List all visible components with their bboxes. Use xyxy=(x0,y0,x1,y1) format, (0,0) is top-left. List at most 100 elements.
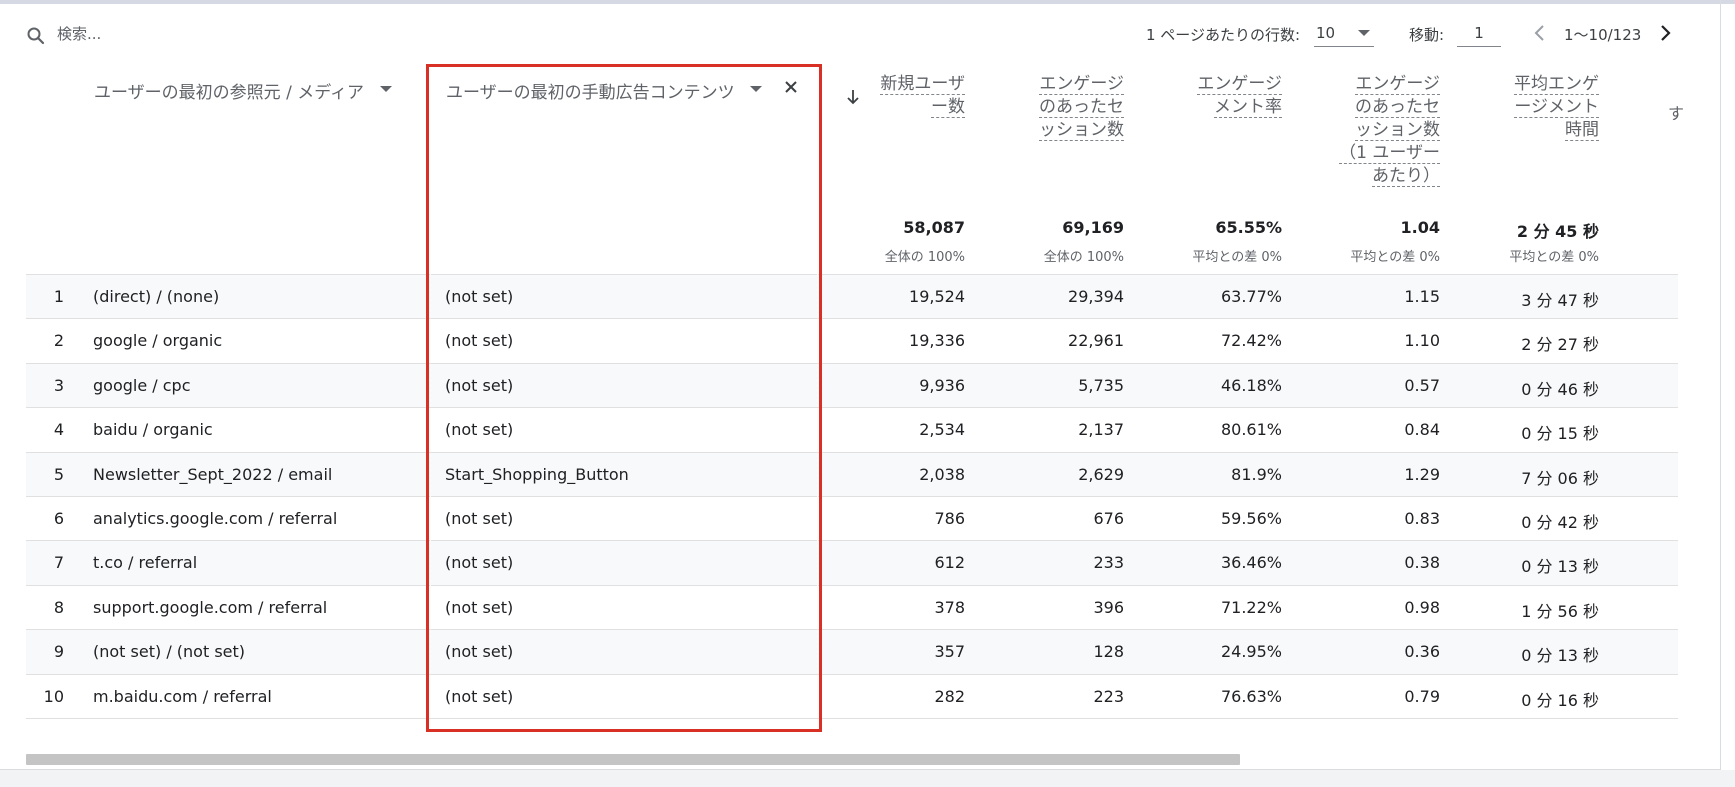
metric-header-line: エンゲージ xyxy=(1355,74,1440,95)
cell-source: (not set) / (not set) xyxy=(93,642,246,662)
cell-new-users: 378 xyxy=(934,597,965,617)
metric-header-line: エンゲージ xyxy=(1039,74,1124,95)
cell-engagement-rate: 80.61% xyxy=(1220,420,1282,440)
cell-new-users: 612 xyxy=(934,553,965,573)
cell-engaged-sessions: 223 xyxy=(1093,686,1124,706)
table-row[interactable]: 3 google / cpc (not set) 9,936 5,735 46.18% 0.… xyxy=(26,362,1678,408)
table-row[interactable]: 7 t.co / referral (not set) 612 233 36.46% 0.3… xyxy=(26,540,1678,586)
search-input[interactable] xyxy=(57,22,357,46)
table-end-divider xyxy=(26,718,1678,719)
metric-header-line: ッション数 xyxy=(1039,120,1124,141)
cell-source: google / cpc xyxy=(93,375,191,395)
metric-header-line: 新規ユーザ xyxy=(880,74,965,95)
cell-engagement-rate: 71.22% xyxy=(1220,597,1282,617)
cell-avg-time: 0 分 15 秒 xyxy=(1521,424,1599,444)
rows-per-page-select[interactable]: 10 xyxy=(1314,20,1374,47)
table-row[interactable]: 1 (direct) / (none) (not set) 19,524 29,394 6… xyxy=(26,274,1678,319)
table-row[interactable]: 9 (not set) / (not set) (not set) 357 128 24.… xyxy=(26,629,1678,675)
prev-page-icon[interactable] xyxy=(1529,20,1551,46)
cell-engaged-sessions: 396 xyxy=(1093,597,1124,617)
cell-avg-time: 2 分 27 秒 xyxy=(1521,335,1599,355)
next-page-icon[interactable] xyxy=(1654,20,1676,46)
rows-per-page-label: 1 ページあたりの行数: xyxy=(1146,26,1301,44)
right-border xyxy=(1720,0,1721,770)
table-row[interactable]: 4 baidu / organic (not set) 2,534 2,137 80.61… xyxy=(26,407,1678,452)
cell-source: t.co / referral xyxy=(93,553,198,573)
metric-total: 65.55% xyxy=(1215,218,1282,237)
metric-header-5[interactable]: 平均エンゲ ージメント 時間 xyxy=(1489,73,1599,142)
metric-total: 1.04 xyxy=(1400,218,1440,237)
cell-new-users: 19,524 xyxy=(909,287,965,306)
cell-engaged-sessions: 676 xyxy=(1093,509,1124,528)
cell-idx: 5 xyxy=(53,464,64,484)
cell-idx: 9 xyxy=(53,642,64,662)
cell-avg-time: 0 分 16 秒 xyxy=(1521,690,1599,710)
metric-total-sub: 平均との差 0% xyxy=(1350,250,1440,265)
goto-page-input[interactable]: 1 xyxy=(1457,20,1501,47)
cell-idx: 8 xyxy=(53,597,64,617)
dimension1-header[interactable]: ユーザーの最初の参照元 / メディア xyxy=(94,78,364,103)
cell-source: google / organic xyxy=(93,331,223,351)
metric-header-1[interactable]: 新規ユーザ ー数 xyxy=(855,73,965,119)
cell-engaged-sessions: 128 xyxy=(1093,642,1124,662)
metric-header-line: （1 ユーザー xyxy=(1339,143,1440,164)
cell-new-users: 786 xyxy=(934,509,965,528)
metric-header-3[interactable]: エンゲージ メント率 xyxy=(1172,73,1282,119)
cell-avg-time: 7 分 06 秒 xyxy=(1521,468,1599,488)
cell-new-users: 2,038 xyxy=(919,464,965,484)
table-row[interactable]: 2 google / organic (not set) 19,336 22,961 72… xyxy=(26,318,1678,363)
metric-header-line: ージメント xyxy=(1514,97,1599,118)
table-row[interactable]: 8 support.google.com / referral (not set) 3… xyxy=(26,584,1678,630)
cell-new-users: 282 xyxy=(934,686,965,706)
cell-source: analytics.google.com / referral xyxy=(93,509,338,528)
cell-avg-time: 3 分 47 秒 xyxy=(1521,291,1599,310)
cell-new-users: 2,534 xyxy=(919,420,965,440)
cell-idx: 10 xyxy=(43,686,64,706)
cell-idx: 7 xyxy=(53,553,64,573)
table-row[interactable]: 6 analytics.google.com / referral (not set… xyxy=(26,496,1678,541)
metric-total-sub: 全体の 100% xyxy=(1043,250,1124,265)
metric-header-2[interactable]: エンゲージ のあったセ ッション数 xyxy=(1014,73,1124,142)
cell-engagement-rate: 36.46% xyxy=(1220,553,1282,573)
cell-idx: 3 xyxy=(53,375,64,395)
table-row[interactable]: 5 Newsletter_Sept_2022 / email Start_Shopp… xyxy=(26,451,1678,497)
metric-header-line: ー数 xyxy=(931,97,965,118)
table-row[interactable]: 10 m.baidu.com / referral (not set) 282 223 7… xyxy=(26,673,1678,719)
cell-avg-time: 0 分 13 秒 xyxy=(1521,646,1599,666)
bottom-area xyxy=(0,770,1735,787)
metric-total-sub: 平均との差 0% xyxy=(1509,250,1599,265)
dimension1-dropdown-icon[interactable] xyxy=(380,86,392,92)
cell-source: Newsletter_Sept_2022 / email xyxy=(93,464,333,484)
cell-per-user: 0.98 xyxy=(1404,597,1440,617)
metric-total-sub: 全体の 100% xyxy=(884,250,965,265)
cell-per-user: 0.36 xyxy=(1404,642,1440,662)
metric-header-4[interactable]: エンゲージ のあったセ ッション数 （1 ユーザー あたり） xyxy=(1330,73,1440,188)
metric-total: 69,169 xyxy=(1062,218,1124,237)
cell-engaged-sessions: 5,735 xyxy=(1078,375,1124,395)
metric-header-line: あたり） xyxy=(1372,166,1440,187)
metric-header-line: メント率 xyxy=(1214,97,1282,118)
cell-engagement-rate: 81.9% xyxy=(1231,464,1282,484)
cell-idx: 1 xyxy=(53,287,64,306)
more-columns-header: す xyxy=(1668,104,1685,123)
cell-per-user: 0.79 xyxy=(1404,686,1440,706)
metric-total: 58,087 xyxy=(903,218,965,237)
cell-avg-time: 0 分 42 秒 xyxy=(1521,513,1599,532)
chevron-down-icon xyxy=(1358,30,1370,36)
metric-header-line: ッション数 xyxy=(1355,120,1440,141)
search-icon xyxy=(27,27,45,45)
cell-idx: 6 xyxy=(53,509,64,528)
top-border xyxy=(0,0,1735,4)
cell-engagement-rate: 24.95% xyxy=(1220,642,1282,662)
cell-engaged-sessions: 2,137 xyxy=(1078,420,1124,440)
cell-per-user: 0.38 xyxy=(1404,553,1440,573)
horizontal-scrollbar-thumb[interactable] xyxy=(26,754,1240,765)
cell-engagement-rate: 76.63% xyxy=(1220,686,1282,706)
cell-source: support.google.com / referral xyxy=(93,597,328,617)
metric-header-line: 時間 xyxy=(1565,120,1599,141)
cell-per-user: 0.84 xyxy=(1404,420,1440,440)
cell-engaged-sessions: 22,961 xyxy=(1068,331,1124,351)
cell-engaged-sessions: 2,629 xyxy=(1078,464,1124,484)
metric-total: 2 分 45 秒 xyxy=(1516,222,1599,241)
cell-engagement-rate: 72.42% xyxy=(1220,331,1282,351)
